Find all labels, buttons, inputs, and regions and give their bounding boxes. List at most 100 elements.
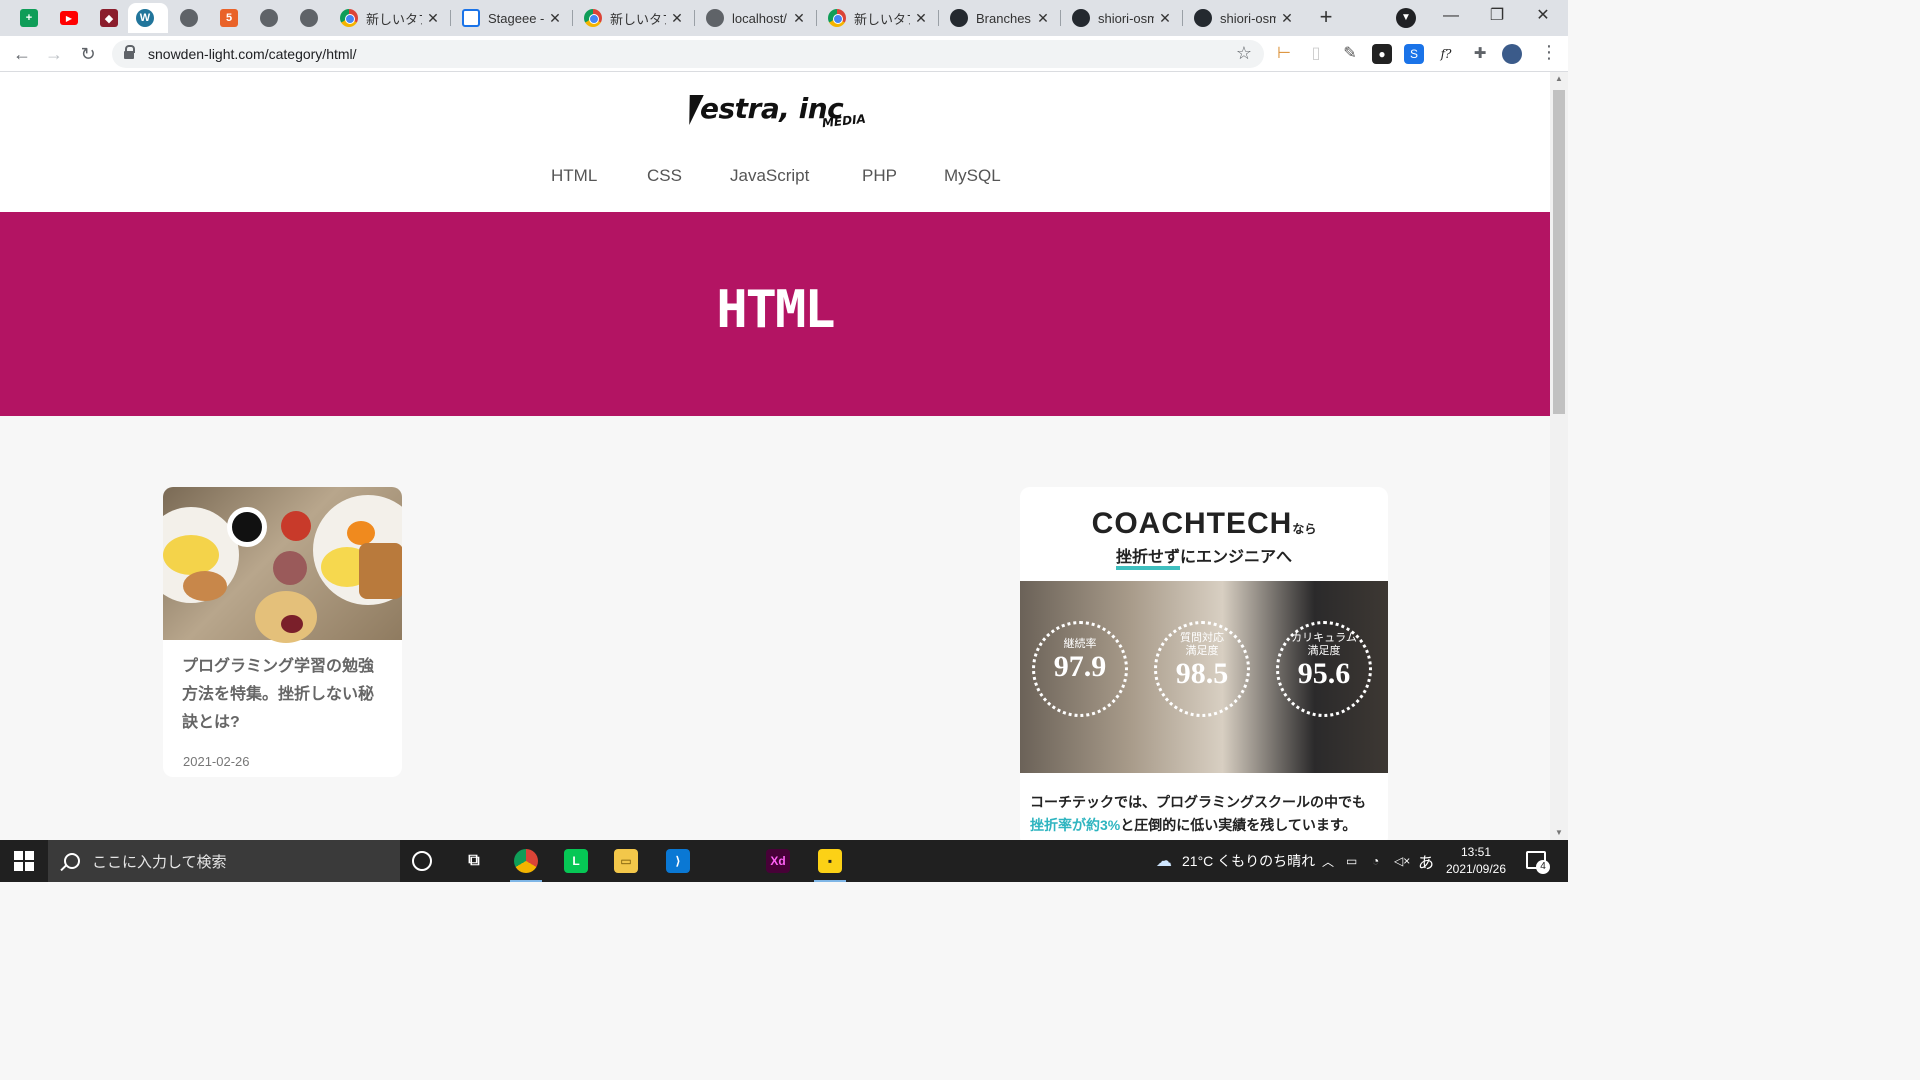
battery-icon[interactable]: ▭ [1346, 840, 1357, 882]
close-icon[interactable]: ✕ [914, 10, 928, 27]
tab-search-icon[interactable]: ▼ [1396, 8, 1416, 28]
tab-wordpress[interactable]: W [128, 3, 168, 33]
restore-icon[interactable]: ❐ [1474, 4, 1520, 28]
site-logo[interactable]: estra, inc MEDIA [682, 92, 866, 138]
tab-localhost[interactable]: localhost/ ✕ [698, 3, 814, 33]
ad-copy: コーチテックでは、プログラミングスクールの中でも 挫折率が約3%と圧倒的に低い実… [1030, 791, 1382, 837]
laurel-badge: カリキュラム 満足度 95.6 [1276, 621, 1372, 717]
task-view-icon[interactable]: ⧉ [462, 849, 486, 873]
post-thumbnail[interactable] [163, 487, 402, 643]
close-icon[interactable]: ✕ [1280, 10, 1294, 27]
tab-globe-1[interactable] [172, 3, 206, 33]
close-window-icon[interactable]: ✕ [1520, 4, 1566, 28]
coffee-cup-shape [227, 507, 267, 547]
taskbar-search[interactable]: ここに入力して検索 [48, 840, 400, 882]
close-icon[interactable]: ✕ [1158, 10, 1172, 27]
tab-new-1[interactable]: 新しいタブ ✕ [332, 3, 448, 33]
ime-indicator[interactable]: あ [1418, 840, 1434, 882]
address-bar[interactable]: snowden-light.com/category/html/ ☆ [112, 40, 1264, 68]
berry-shape [281, 615, 303, 633]
clock-date: 2021/09/26 [1445, 862, 1507, 876]
github-icon [1072, 9, 1090, 27]
tab-html5[interactable]: 5 [212, 3, 246, 33]
tab-globe-3[interactable] [292, 3, 326, 33]
globe-icon [260, 9, 278, 27]
category-hero: HTML [0, 212, 1550, 416]
menu-kebab-icon[interactable]: ⋮ [1540, 42, 1558, 63]
extension-icon-1[interactable]: ⊢ [1274, 44, 1294, 64]
tab-separator [450, 10, 451, 26]
taskbar-clock[interactable]: 13:51 2021/09/26 [1436, 844, 1516, 878]
sticky-notes-icon[interactable]: ▪ [814, 849, 846, 882]
close-icon[interactable]: ✕ [792, 10, 806, 27]
tab-title: Stageee - [488, 10, 544, 26]
extension-icon-2[interactable]: ● [1372, 44, 1392, 64]
tab-new-2[interactable]: 新しいタブ ✕ [576, 3, 692, 33]
vscode-icon[interactable]: ⟩ [666, 849, 690, 873]
nav-javascript[interactable]: JavaScript [730, 166, 809, 186]
wifi-icon[interactable]: ◔ [1372, 840, 1379, 882]
chrome-taskbar-icon[interactable] [510, 849, 542, 882]
tab-github-branches[interactable]: Branches ✕ [942, 3, 1058, 33]
ad-brand: COACHTECHなら [1020, 507, 1388, 541]
post-title[interactable]: プログラミング学習の勉強方法を特集。挫折しない秘訣とは? [182, 653, 387, 737]
line-icon[interactable]: L [564, 849, 588, 873]
volume-icon[interactable]: ◁× [1394, 840, 1410, 882]
windows-start-icon[interactable] [14, 851, 34, 871]
page-scrollbar[interactable]: ▲ ▼ [1550, 72, 1568, 840]
ad-copy-line1: コーチテックでは、プログラミングスクールの中でも [1030, 794, 1366, 810]
extensions-puzzle-icon[interactable]: ✚ [1470, 44, 1490, 64]
scroll-thumb[interactable] [1553, 90, 1565, 414]
tab-youtube[interactable]: ▶ [52, 3, 86, 33]
tab-github-shiori-1[interactable]: shiori-osm ✕ [1064, 3, 1180, 33]
lock-icon[interactable] [124, 45, 135, 59]
scroll-up-arrow-icon[interactable]: ▲ [1550, 72, 1568, 86]
clock-time: 13:51 [1460, 845, 1492, 859]
close-icon[interactable]: ✕ [548, 10, 562, 27]
post-card[interactable]: プログラミング学習の勉強方法を特集。挫折しない秘訣とは? 2021-02-26 [163, 487, 402, 777]
weather-widget[interactable]: ☁ 21°C くもりのち晴れ [1156, 840, 1315, 882]
new-tab-button[interactable]: + [1314, 6, 1338, 30]
app-icon: ◆ [100, 9, 118, 27]
coachtech-ad[interactable]: COACHTECHなら 挫折せずにエンジニアへ 継続率 97.9 質問対応 満足… [1020, 487, 1388, 840]
nav-html[interactable]: HTML [551, 166, 597, 186]
url-text[interactable]: snowden-light.com/category/html/ [148, 46, 357, 62]
close-icon[interactable]: ✕ [426, 10, 440, 27]
google-sheets-icon: + [20, 9, 38, 27]
orange-shape [347, 521, 375, 545]
close-icon[interactable]: ✕ [1036, 10, 1050, 27]
cortana-icon[interactable] [412, 851, 432, 871]
extension-icon-3[interactable]: S [1404, 44, 1424, 64]
file-explorer-icon[interactable]: ▭ [614, 849, 638, 873]
global-nav: HTML CSS JavaScript PHP MySQL [0, 166, 1550, 190]
scroll-down-arrow-icon[interactable]: ▼ [1550, 826, 1568, 840]
tray-chevron-icon[interactable]: ︿ [1322, 840, 1334, 882]
category-title: HTML [716, 280, 835, 340]
tab-globe-2[interactable] [252, 3, 286, 33]
eyedropper-extension-icon[interactable]: ✎ [1340, 44, 1360, 64]
tab-github-shiori-2[interactable]: shiori-osm ✕ [1186, 3, 1302, 33]
ad-brand-suffix: なら [1292, 522, 1317, 536]
formula-extension-icon[interactable]: f? [1436, 44, 1456, 64]
bookmark-star-icon[interactable]: ☆ [1236, 43, 1252, 64]
tab-separator [938, 10, 939, 26]
back-icon[interactable]: ← [10, 42, 34, 66]
adobe-xd-icon[interactable]: Xd [766, 849, 790, 873]
food-shape [163, 535, 219, 575]
tab-app[interactable]: ◆ [92, 3, 126, 33]
nav-mysql[interactable]: MySQL [944, 166, 1001, 186]
close-icon[interactable]: ✕ [670, 10, 684, 27]
ad-tagline: 挫折せずにエンジニアへ [1020, 543, 1388, 570]
profile-avatar[interactable] [1502, 44, 1522, 64]
forward-icon[interactable]: → [42, 42, 66, 66]
stat-value: 97.9 [1053, 650, 1107, 683]
github-icon [1194, 9, 1212, 27]
nav-php[interactable]: PHP [862, 166, 897, 186]
minimize-icon[interactable]: — [1428, 4, 1474, 28]
tab-stageee[interactable]: Stageee - ✕ [454, 3, 570, 33]
bookmark-extension-icon[interactable]: ▯ [1306, 44, 1326, 64]
reload-icon[interactable]: ↻ [76, 42, 100, 66]
tab-google-sheets[interactable]: + [12, 3, 42, 33]
nav-css[interactable]: CSS [647, 166, 682, 186]
tab-new-3[interactable]: 新しいタブ ✕ [820, 3, 936, 33]
